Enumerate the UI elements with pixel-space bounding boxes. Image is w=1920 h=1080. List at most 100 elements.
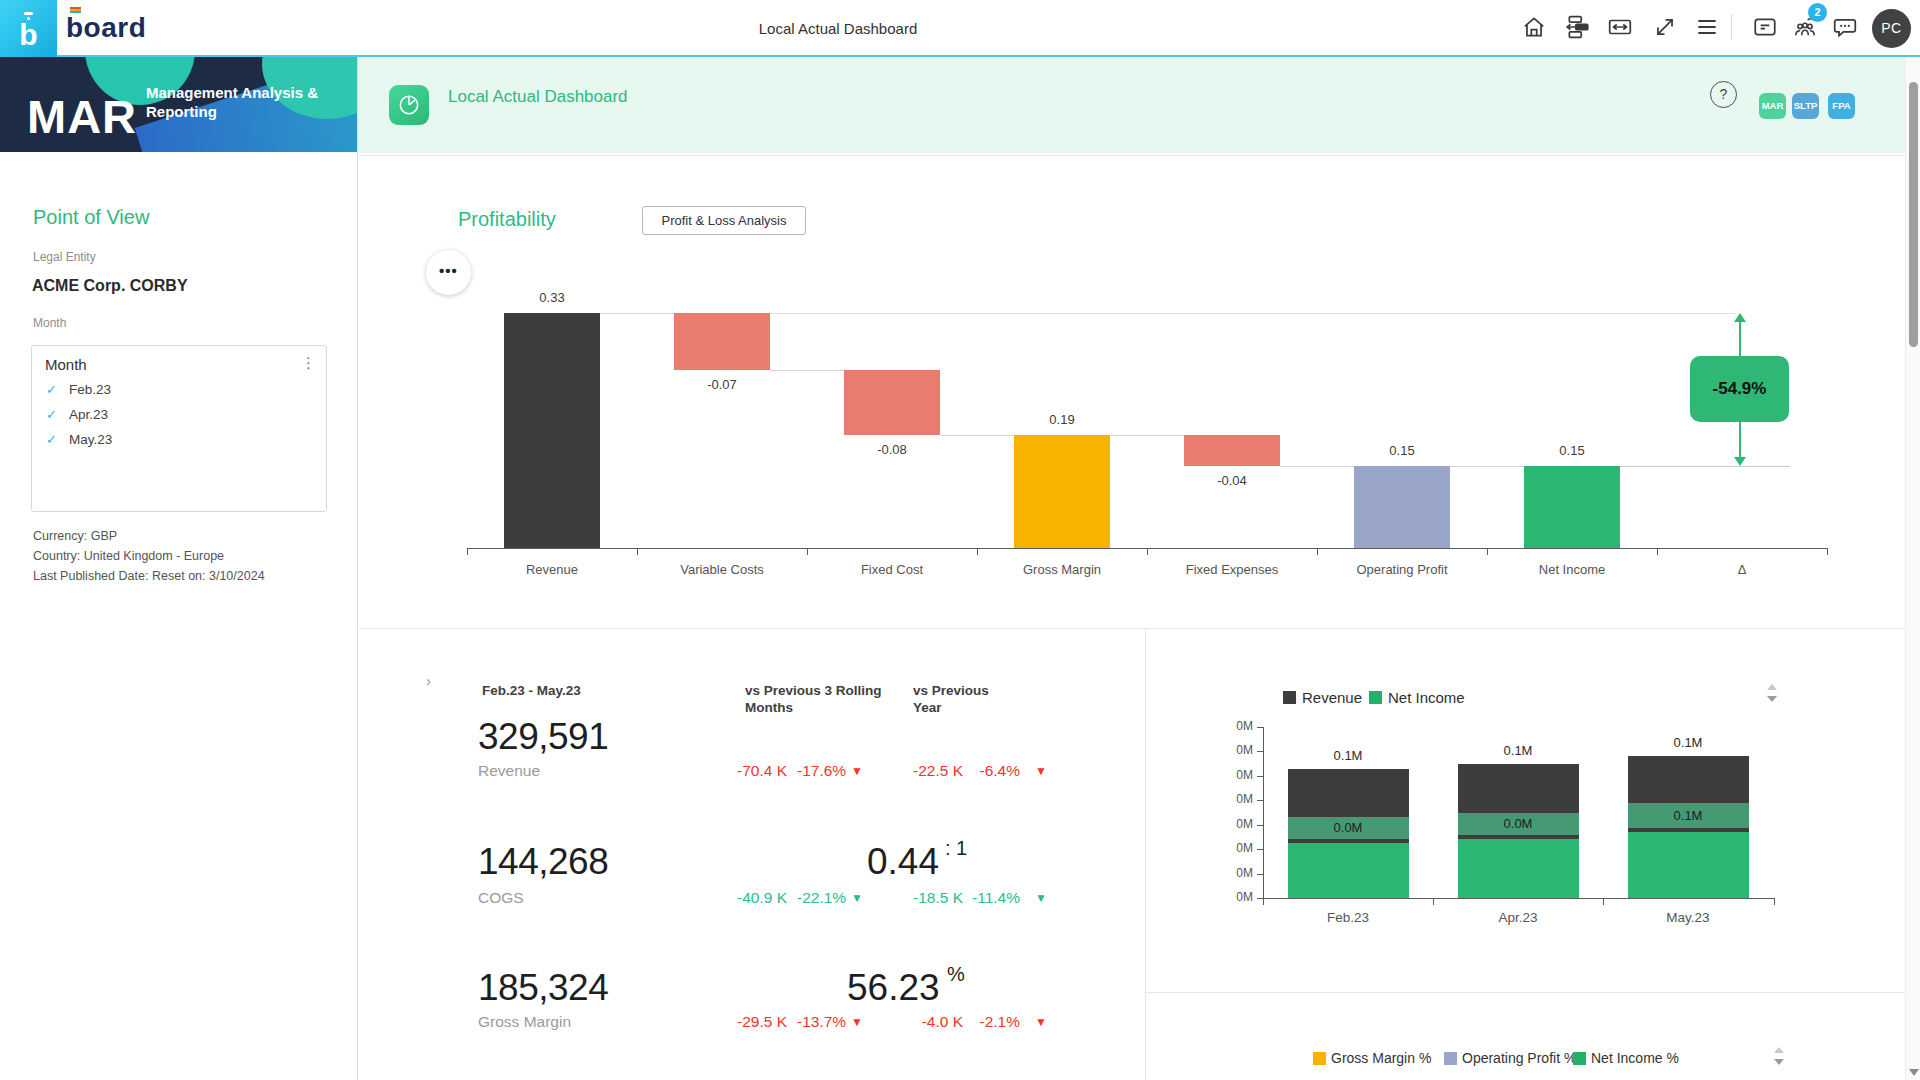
chat-icon[interactable] (1832, 14, 1860, 42)
module-name: Management Analysis &Reporting (146, 83, 318, 121)
kpi-value: 329,591 (478, 716, 608, 758)
month-item-label: Feb.23 (69, 382, 111, 397)
screen-title: Local Actual Dashboard (448, 87, 628, 107)
fit-width-icon[interactable] (1607, 14, 1635, 42)
waterfall-axis-tick (807, 548, 808, 555)
waterfall-axis-tick (637, 548, 638, 555)
y-axis-tick-label: 0M (1223, 890, 1253, 904)
main-content: Profitability Profit & Loss Analysis •••… (359, 153, 1905, 1080)
waterfall-bar-gross-margin (1014, 435, 1110, 548)
waterfall-category-label: Fixed Cost (861, 562, 923, 577)
waterfall-axis-tick (467, 548, 468, 555)
capsule-badge-sltp[interactable]: SLTP (1792, 93, 1819, 119)
month-item[interactable]: ✓Apr.23 (46, 407, 108, 429)
waterfall-category-label: Variable Costs (680, 562, 764, 577)
trend-down-icon: ▼ (851, 1015, 863, 1029)
waterfall-axis-tick (1827, 548, 1828, 555)
bar-revenue-label: 0.1M (1504, 743, 1533, 758)
reference-line-top (600, 313, 1736, 314)
delta-value-box: -54.9% (1690, 356, 1789, 422)
month-selector-menu-icon[interactable]: ⋮ (301, 354, 316, 372)
dashboard-icon (389, 85, 429, 125)
waterfall-axis-tick (1317, 548, 1318, 555)
waterfall-axis-tick (1487, 548, 1488, 555)
app-root: b board Local Actual Dashboard 2 (0, 0, 1920, 1080)
scrollbar[interactable] (1905, 57, 1920, 1080)
spinner-down-icon[interactable] (1774, 1059, 1784, 1065)
y-axis-tick-label: 0M (1223, 841, 1253, 855)
right-panel-divider (1145, 992, 1905, 993)
trend-down-icon: ▼ (1035, 1015, 1047, 1029)
legal-entity-label: Legal Entity (33, 250, 96, 264)
waterfall-connector (600, 313, 674, 314)
chart-legend-swatch (1369, 691, 1382, 704)
waterfall-value-label: -0.08 (877, 442, 907, 457)
waterfall-value-label: 0.33 (539, 290, 564, 305)
waterfall-value-label: 0.15 (1389, 443, 1414, 458)
bar-category-label: May.23 (1666, 910, 1709, 925)
spinner-down-icon[interactable] (1767, 696, 1777, 702)
logo-letter: b (0, 0, 57, 70)
home-icon[interactable] (1521, 14, 1549, 42)
more-options-button[interactable]: ••• (426, 250, 471, 295)
bottom-legend-label[interactable]: Net Income % (1591, 1050, 1679, 1066)
annotation-icon[interactable] (1752, 14, 1780, 42)
kpi-label: Gross Margin (478, 1013, 571, 1031)
capsules-flow-icon[interactable] (1565, 14, 1593, 42)
bar-revenue (1288, 769, 1409, 817)
x-axis-tick (1774, 898, 1775, 905)
capsule-badge-mar[interactable]: MAR (1759, 93, 1786, 119)
scrollbar-down-arrow[interactable] (1909, 1069, 1919, 1076)
bottom-legend-swatch (1313, 1052, 1326, 1065)
bar-revenue-label: 0.1M (1334, 748, 1363, 763)
waterfall-connector (1110, 435, 1184, 436)
menu-icon[interactable] (1694, 14, 1722, 42)
bottom-legend-label[interactable]: Operating Profit % (1462, 1050, 1576, 1066)
kpi-ratio: 0.44 (867, 841, 939, 883)
collapse-chevron-icon[interactable]: › (426, 672, 431, 689)
kpi-c2-abs: -18.5 K (883, 889, 963, 907)
kpi-label: Revenue (478, 762, 540, 780)
help-icon[interactable]: ? (1710, 81, 1737, 108)
spinner-up-icon[interactable] (1774, 1047, 1784, 1053)
chart-legend-label[interactable]: Net Income (1388, 689, 1465, 706)
board-logo-tile[interactable]: b (0, 0, 57, 57)
kpi-c2-pct: -6.4% (955, 762, 1020, 780)
capsule-badge-fpa[interactable]: FPA (1828, 93, 1855, 119)
kpi-period: Feb.23 - May.23 (482, 682, 581, 699)
x-axis-tick (1603, 898, 1604, 905)
y-axis-line (1263, 727, 1264, 898)
spinner-up-icon[interactable] (1767, 684, 1777, 690)
board-wordmark: board (66, 12, 146, 44)
legal-entity-value: ACME Corp. CORBY (32, 277, 188, 295)
waterfall-bar-fixed-expenses (1184, 435, 1280, 466)
month-item[interactable]: ✓May.23 (46, 432, 112, 454)
y-axis-tick-label: 0M (1223, 768, 1253, 782)
bottom-legend-label[interactable]: Gross Margin % (1331, 1050, 1431, 1066)
month-item[interactable]: ✓Feb.23 (46, 382, 111, 404)
profit-loss-analysis-button[interactable]: Profit & Loss Analysis (642, 206, 806, 235)
user-avatar[interactable]: PC (1872, 9, 1911, 48)
last-published-value: Reset on: 3/10/2024 (152, 569, 265, 583)
waterfall-category-label: Operating Profit (1356, 562, 1447, 577)
waterfall-axis-tick (977, 548, 978, 555)
trend-down-icon: ▼ (851, 891, 863, 905)
expand-icon[interactable] (1652, 14, 1680, 42)
chart-legend-label[interactable]: Revenue (1302, 689, 1362, 706)
delta-arrow-down (1734, 457, 1746, 466)
scrollbar-thumb[interactable] (1909, 82, 1918, 347)
profitability-title: Profitability (458, 208, 556, 231)
kpi-c1-abs: -40.9 K (737, 889, 787, 907)
waterfall-bar-revenue (504, 313, 600, 548)
module-banner: MAR Management Analysis &Reporting (0, 57, 357, 152)
bar-category-label: Feb.23 (1327, 910, 1369, 925)
waterfall-connector (770, 370, 844, 371)
kpi-c2-abs: -4.0 K (883, 1013, 963, 1031)
kpi-c2-abs: -22.5 K (883, 762, 963, 780)
kpi-ratio-suffix: % (947, 963, 965, 986)
x-axis-tick (1263, 898, 1264, 905)
notification-badge: 2 (1808, 3, 1827, 22)
window-title: Local Actual Dashboard (759, 20, 917, 37)
bar-netincome-label: 0.0M (1334, 820, 1363, 835)
bottom-legend-swatch (1444, 1052, 1457, 1065)
